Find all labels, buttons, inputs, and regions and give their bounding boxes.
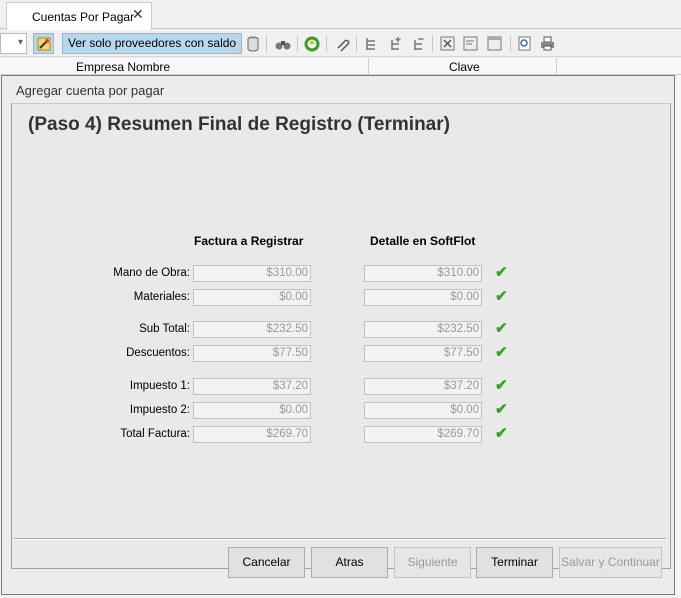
paperclip-icon[interactable] [331, 33, 352, 54]
grid-background [676, 75, 681, 595]
finish-button[interactable]: Terminar [476, 547, 553, 578]
invoice-field: $37.20 [193, 378, 311, 395]
invoice-field: $269.70 [193, 426, 311, 443]
tree-remove-icon[interactable] [407, 33, 428, 54]
cancel-button[interactable]: Cancelar [228, 547, 305, 578]
back-button[interactable]: Atras [311, 547, 388, 578]
column-system-header: Detalle en SoftFlot [370, 234, 476, 248]
filter-combo[interactable]: ▾ [0, 33, 27, 54]
chevron-down-icon: ▾ [17, 37, 23, 48]
column-clave[interactable]: Clave [449, 60, 480, 74]
excel-icon[interactable] [437, 33, 458, 54]
tree-add-icon[interactable] [384, 33, 405, 54]
column-empresa-nombre[interactable]: Empresa Nombre [76, 60, 170, 74]
tab-strip: Cuentas Por Pagar ✕ [0, 0, 681, 30]
step-title: (Paso 4) Resumen Final de Registro (Term… [28, 114, 450, 135]
invoice-field: $232.50 [193, 321, 311, 338]
refresh-icon[interactable] [301, 33, 322, 54]
system-field: $232.50 [364, 321, 482, 338]
grid-header: Empresa Nombre Clave [0, 58, 681, 75]
next-button[interactable]: Siguiente [394, 547, 471, 578]
row-label: Materiales: [133, 291, 190, 303]
check-icon: ✔ [495, 264, 508, 281]
row-label: Descuentos: [126, 347, 190, 359]
row-label: Sub Total: [139, 323, 190, 335]
print-icon[interactable] [537, 33, 558, 54]
row-label: Mano de Obra: [113, 267, 190, 279]
invoice-field: $310.00 [193, 265, 311, 282]
system-field: $37.20 [364, 378, 482, 395]
row-label: Impuesto 2: [129, 404, 190, 416]
check-icon: ✔ [495, 401, 508, 418]
system-field: $77.50 [364, 345, 482, 362]
system-field: $0.00 [364, 289, 482, 306]
check-icon: ✔ [495, 377, 508, 394]
add-payable-dialog: Agregar cuenta por pagar (Paso 4) Resume… [1, 75, 675, 595]
column-invoice-header: Factura a Registrar [194, 234, 304, 248]
row-label: Total Factura: [120, 428, 190, 440]
wand-icon[interactable] [33, 33, 54, 54]
note-icon[interactable] [460, 33, 481, 54]
check-icon: ✔ [495, 344, 508, 361]
close-icon[interactable]: ✕ [132, 6, 144, 23]
system-field: $310.00 [364, 265, 482, 282]
wizard-panel: (Paso 4) Resumen Final de Registro (Term… [11, 103, 671, 569]
system-field: $0.00 [364, 402, 482, 419]
save-continue-button[interactable]: Salvar y Continuar [559, 547, 662, 578]
tab-cuentas-por-pagar[interactable]: Cuentas Por Pagar ✕ [6, 2, 152, 30]
toolbar: ▾ Ver solo proveedores con saldo [0, 30, 681, 57]
tab-label: Cuentas Por Pagar [32, 10, 135, 24]
row-label: Impuesto 1: [129, 380, 190, 392]
binoculars-icon[interactable] [272, 33, 293, 54]
divider [14, 538, 666, 540]
database-icon[interactable] [242, 33, 263, 54]
check-icon: ✔ [495, 425, 508, 442]
invoice-field: $0.00 [193, 402, 311, 419]
check-icon: ✔ [495, 320, 508, 337]
invoice-field: $0.00 [193, 289, 311, 306]
dialog-title: Agregar cuenta por pagar [16, 83, 165, 98]
table-icon[interactable] [484, 33, 505, 54]
preview-icon[interactable] [514, 33, 535, 54]
check-icon: ✔ [495, 288, 508, 305]
filter-suppliers-button[interactable]: Ver solo proveedores con saldo [62, 33, 243, 54]
system-field: $269.70 [364, 426, 482, 443]
invoice-field: $77.50 [193, 345, 311, 362]
tree-icon[interactable] [361, 33, 382, 54]
